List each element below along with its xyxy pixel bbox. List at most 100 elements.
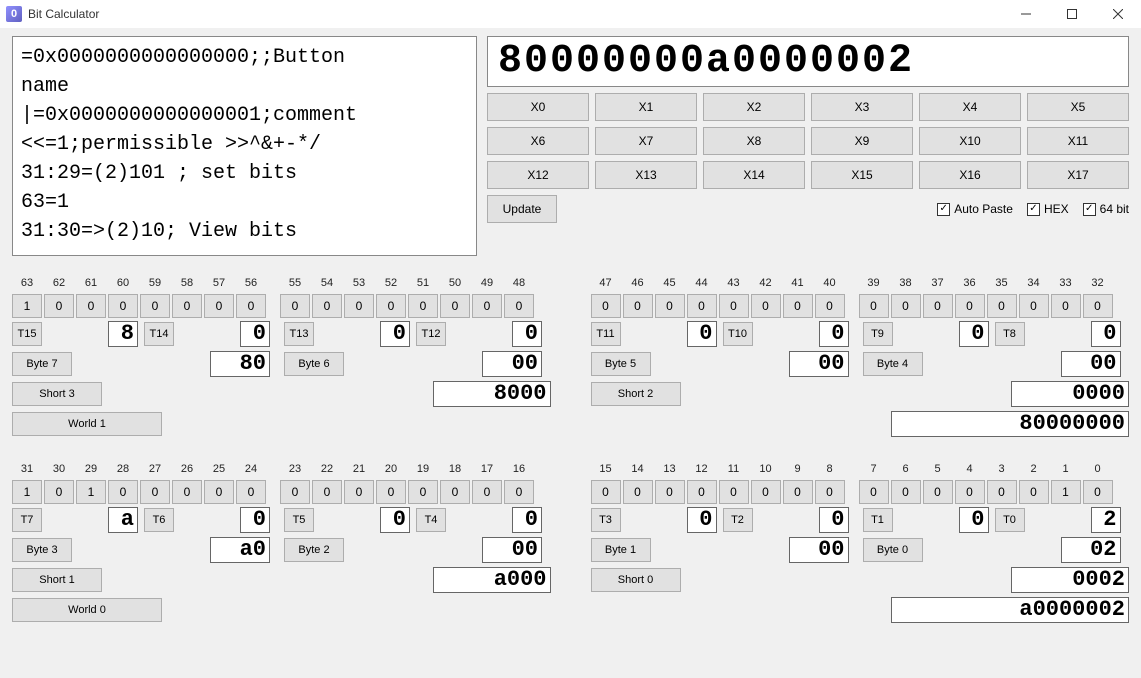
bit-button-20[interactable]: 0 xyxy=(376,480,406,504)
bit-button-19[interactable]: 0 xyxy=(408,480,438,504)
bit-button-50[interactable]: 0 xyxy=(440,294,470,318)
bit-button-63[interactable]: 1 xyxy=(12,294,42,318)
bit-button-27[interactable]: 0 xyxy=(140,480,170,504)
bit-button-2[interactable]: 0 xyxy=(1019,480,1049,504)
bit-button-0[interactable]: 0 xyxy=(1083,480,1113,504)
byte-button[interactable]: Byte 1 xyxy=(591,538,651,562)
x-button-17[interactable]: X17 xyxy=(1027,161,1129,189)
bit-button-41[interactable]: 0 xyxy=(783,294,813,318)
bit-button-48[interactable]: 0 xyxy=(504,294,534,318)
bit-button-14[interactable]: 0 xyxy=(623,480,653,504)
bit-button-3[interactable]: 0 xyxy=(987,480,1017,504)
bit-button-58[interactable]: 0 xyxy=(172,294,202,318)
x-button-14[interactable]: X14 xyxy=(703,161,805,189)
bit-button-5[interactable]: 0 xyxy=(923,480,953,504)
close-button[interactable] xyxy=(1095,0,1141,28)
update-button[interactable]: Update xyxy=(487,195,557,223)
byte-button[interactable]: Byte 2 xyxy=(284,538,344,562)
world-button[interactable]: World 0 xyxy=(12,598,162,622)
bit-button-40[interactable]: 0 xyxy=(815,294,845,318)
bit-button-42[interactable]: 0 xyxy=(751,294,781,318)
t-button[interactable]: T14 xyxy=(144,322,174,346)
byte-button[interactable]: Byte 3 xyxy=(12,538,72,562)
bit-button-7[interactable]: 0 xyxy=(859,480,889,504)
short-button[interactable]: Short 0 xyxy=(591,568,681,592)
bit-button-25[interactable]: 0 xyxy=(204,480,234,504)
t-button[interactable]: T0 xyxy=(995,508,1025,532)
bit-button-1[interactable]: 1 xyxy=(1051,480,1081,504)
bit-button-59[interactable]: 0 xyxy=(140,294,170,318)
t-button[interactable]: T8 xyxy=(995,322,1025,346)
bit-button-30[interactable]: 0 xyxy=(44,480,74,504)
bit-button-36[interactable]: 0 xyxy=(955,294,985,318)
x-button-16[interactable]: X16 xyxy=(919,161,1021,189)
x-button-2[interactable]: X2 xyxy=(703,93,805,121)
bit-button-60[interactable]: 0 xyxy=(108,294,138,318)
maximize-button[interactable] xyxy=(1049,0,1095,28)
auto-paste-checkbox[interactable]: ✓Auto Paste xyxy=(937,202,1013,216)
t-button[interactable]: T3 xyxy=(591,508,621,532)
byte-button[interactable]: Byte 4 xyxy=(863,352,923,376)
bit-button-61[interactable]: 0 xyxy=(76,294,106,318)
short-button[interactable]: Short 1 xyxy=(12,568,102,592)
t-button[interactable]: T11 xyxy=(591,322,621,346)
bit-button-11[interactable]: 0 xyxy=(719,480,749,504)
x-button-4[interactable]: X4 xyxy=(919,93,1021,121)
bit-button-21[interactable]: 0 xyxy=(344,480,374,504)
bit-button-22[interactable]: 0 xyxy=(312,480,342,504)
t-button[interactable]: T6 xyxy=(144,508,174,532)
x-button-10[interactable]: X10 xyxy=(919,127,1021,155)
bit-button-6[interactable]: 0 xyxy=(891,480,921,504)
x-button-13[interactable]: X13 xyxy=(595,161,697,189)
bit-button-62[interactable]: 0 xyxy=(44,294,74,318)
bit-button-9[interactable]: 0 xyxy=(783,480,813,504)
t-button[interactable]: T13 xyxy=(284,322,314,346)
bit-button-51[interactable]: 0 xyxy=(408,294,438,318)
script-textarea[interactable]: =0x0000000000000000;;Button name |=0x000… xyxy=(12,36,477,256)
t-button[interactable]: T12 xyxy=(416,322,446,346)
bit-button-17[interactable]: 0 xyxy=(472,480,502,504)
t-button[interactable]: T2 xyxy=(723,508,753,532)
bit-button-12[interactable]: 0 xyxy=(687,480,717,504)
bit-button-31[interactable]: 1 xyxy=(12,480,42,504)
bit-button-45[interactable]: 0 xyxy=(655,294,685,318)
bit-button-46[interactable]: 0 xyxy=(623,294,653,318)
x-button-0[interactable]: X0 xyxy=(487,93,589,121)
bit-button-53[interactable]: 0 xyxy=(344,294,374,318)
bit-button-57[interactable]: 0 xyxy=(204,294,234,318)
bit-button-49[interactable]: 0 xyxy=(472,294,502,318)
world-button[interactable]: World 1 xyxy=(12,412,162,436)
bit-button-26[interactable]: 0 xyxy=(172,480,202,504)
bit-button-56[interactable]: 0 xyxy=(236,294,266,318)
bit-button-43[interactable]: 0 xyxy=(719,294,749,318)
t-button[interactable]: T9 xyxy=(863,322,893,346)
byte-button[interactable]: Byte 5 xyxy=(591,352,651,376)
bit-button-38[interactable]: 0 xyxy=(891,294,921,318)
byte-button[interactable]: Byte 0 xyxy=(863,538,923,562)
bit-button-28[interactable]: 0 xyxy=(108,480,138,504)
bit-button-23[interactable]: 0 xyxy=(280,480,310,504)
x-button-8[interactable]: X8 xyxy=(703,127,805,155)
short-button[interactable]: Short 2 xyxy=(591,382,681,406)
bit-button-24[interactable]: 0 xyxy=(236,480,266,504)
bit-button-15[interactable]: 0 xyxy=(591,480,621,504)
x-button-3[interactable]: X3 xyxy=(811,93,913,121)
x-button-15[interactable]: X15 xyxy=(811,161,913,189)
x-button-5[interactable]: X5 xyxy=(1027,93,1129,121)
t-button[interactable]: T5 xyxy=(284,508,314,532)
bit-button-4[interactable]: 0 xyxy=(955,480,985,504)
x-button-12[interactable]: X12 xyxy=(487,161,589,189)
bit-button-44[interactable]: 0 xyxy=(687,294,717,318)
bit64-checkbox[interactable]: ✓64 bit xyxy=(1083,202,1129,216)
bit-button-39[interactable]: 0 xyxy=(859,294,889,318)
minimize-button[interactable] xyxy=(1003,0,1049,28)
x-button-7[interactable]: X7 xyxy=(595,127,697,155)
bit-button-29[interactable]: 1 xyxy=(76,480,106,504)
bit-button-8[interactable]: 0 xyxy=(815,480,845,504)
byte-button[interactable]: Byte 6 xyxy=(284,352,344,376)
bit-button-54[interactable]: 0 xyxy=(312,294,342,318)
bit-button-55[interactable]: 0 xyxy=(280,294,310,318)
bit-button-10[interactable]: 0 xyxy=(751,480,781,504)
byte-button[interactable]: Byte 7 xyxy=(12,352,72,376)
x-button-6[interactable]: X6 xyxy=(487,127,589,155)
